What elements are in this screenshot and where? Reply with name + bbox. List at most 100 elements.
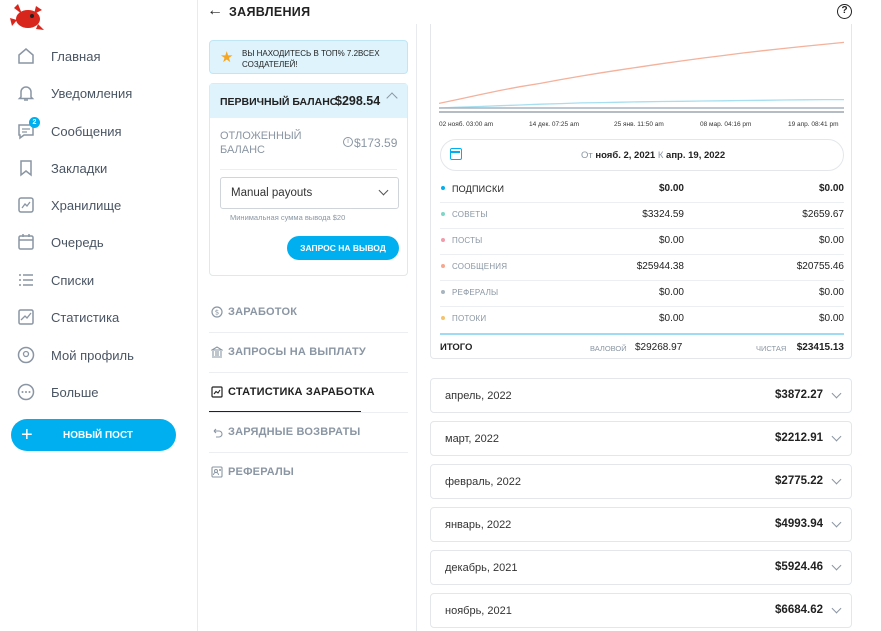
month-row[interactable]: март, 2022 $2212.91 [430,421,852,456]
page-header: ← ЗАЯВЛЕНИЯ ? [199,0,865,24]
stat-label: СООБЩЕНИЯ [452,262,508,271]
stat-row-tips: СОВЕТЫ $3324.59 $2659.67 [440,203,844,229]
date-range-text: От нояб. 2, 2021 К апр. 19, 2022 [581,150,725,161]
stat-row-referrals: РЕФЕРАЛЫ $0.00 $0.00 [440,281,844,307]
series-dot [441,238,445,242]
sidebar-item-bookmarks[interactable]: Закладки [16,156,107,180]
sidebar-item-more[interactable]: Больше [16,380,99,404]
plus-icon: + [21,424,33,446]
menu-item-chargebacks[interactable]: ЗАРЯДНЫЕ ВОЗВРАТЫ [209,412,408,452]
total-row: ИТОГО ВАЛОВОЙ $29268.97 ЧИСТАЯ $23415.13 [440,338,844,358]
stat-row-posts: ПОСТЫ $0.00 $0.00 [440,229,844,255]
stat-label: ПОТОКИ [452,314,487,323]
unread-badge: 2 [29,117,40,128]
date-to: апр. 19, 2022 [666,150,726,161]
sidebar-item-home[interactable]: Главная [16,44,100,68]
stat-label: ПОСТЫ [452,236,483,245]
stat-label: РЕФЕРАЛЫ [452,288,499,297]
month-label: март, 2022 [445,433,499,445]
chart-x-tick-label: 02 нояб. 03:00 am [439,121,494,128]
help-icon[interactable]: ? [837,4,852,19]
chart-x-tick-label: 14 дек. 07:25 am [529,121,580,128]
primary-balance-header[interactable]: ПЕРВИЧНЫЙ БАЛАНС $298.54 [210,84,407,118]
menu-item-referrals[interactable]: РЕФЕРАЛЫ [209,452,408,492]
month-amount: $6684.62 [775,604,823,616]
chart-x-tick-label: 19 апр. 08:41 pm [788,121,839,128]
dollar-circle-icon: $ [211,306,223,318]
sidebar-item-statistics[interactable]: Статистика [16,305,119,329]
min-withdraw-note: Минимальная сумма вывода $20 [230,213,346,222]
sidebar-item-vault[interactable]: Хранилище [16,193,121,217]
chevron-down-icon [831,388,842,399]
stat-net: $2659.67 [802,209,844,220]
menu-item-label: ЗАРАБОТОК [228,306,298,318]
stat-row-subscriptions: ПОДПИСКИ $0.00 $0.00 [440,177,844,203]
back-arrow-icon[interactable]: ← [207,3,223,19]
stat-net: $0.00 [818,287,844,298]
home-icon [18,48,34,64]
chevron-down-icon [831,431,842,442]
list-icon [19,274,33,286]
page-title: ЗАЯВЛЕНИЯ [229,5,311,19]
date-to-label: К [657,150,664,161]
chevron-down-icon [831,560,842,571]
sidebar-item-messages[interactable]: 2 Сообщения [16,117,122,143]
chevron-down-icon [831,517,842,528]
chevron-down-icon [831,603,842,614]
chart-x-tick-label: 25 янв. 11:50 am [614,121,664,128]
month-label: декабрь, 2021 [445,562,518,574]
sidebar-item-label: Очередь [51,234,104,250]
sidebar-item-label: Списки [51,272,95,288]
calendar-icon [18,234,34,250]
statements-left-panel: ★ ВЫ НАХОДИТЕСЬ В ТОП% 7.2ВСЕХ СОЗДАТЕЛЕ… [199,24,417,631]
menu-item-label: СТАТИСТИКА ЗАРАБОТКА [228,386,375,398]
profile-icon [17,346,35,364]
series-dot [441,212,445,216]
payout-select[interactable]: Manual payouts [220,177,399,209]
new-post-button[interactable]: + НОВЫЙ ПОСТ [11,419,176,451]
month-label: январь, 2022 [445,519,512,531]
series-dot [441,290,445,294]
svg-text:$: $ [215,309,219,317]
sidebar-item-lists[interactable]: Списки [16,268,94,292]
menu-item-earnings-stats[interactable]: СТАТИСТИКА ЗАРАБОТКА [209,372,408,412]
top-creator-banner: ★ ВЫ НАХОДИТЕСЬ В ТОП% 7.2ВСЕХ СОЗДАТЕЛЕ… [209,40,408,74]
earnings-line-chart [439,41,844,113]
sidebar-item-notifications[interactable]: Уведомления [16,81,132,105]
stat-net: $0.00 [818,313,844,324]
date-range-picker[interactable]: От нояб. 2, 2021 К апр. 19, 2022 [440,139,844,171]
month-row[interactable]: апрель, 2022 $3872.27 [430,378,852,413]
info-icon[interactable]: i [343,137,353,147]
month-row[interactable]: февраль, 2022 $2775.22 [430,464,852,499]
month-row[interactable]: декабрь, 2021 $5924.46 [430,550,852,585]
stat-gross: $0.00 [658,287,684,298]
month-label: ноябрь, 2021 [445,605,512,617]
sidebar-item-label: Статистика [51,309,120,325]
logo[interactable] [8,2,46,32]
stat-row-streams: ПОТОКИ $0.00 $0.00 [440,307,844,333]
gross-total: $29268.97 [635,342,683,353]
stats-icon [18,309,34,325]
stat-gross: $0.00 [658,183,684,194]
stat-gross: $0.00 [658,235,684,246]
menu-item-earnings[interactable]: $ ЗАРАБОТОК [209,292,408,332]
sidebar-item-profile[interactable]: Мой профиль [16,343,134,367]
series-dot [441,264,445,268]
stat-gross: $25944.38 [636,261,684,272]
sidebar: Главная Уведомления 2 Сообщения Закладки… [0,0,198,631]
net-label: ЧИСТАЯ [756,344,787,353]
sidebar-item-label: Уведомления [51,85,133,101]
month-row[interactable]: январь, 2022 $4993.94 [430,507,852,542]
earnings-chart-card: 02 нояб. 03:00 am 14 дек. 07:25 am 25 янв.… [430,24,852,359]
chevron-up-icon[interactable] [386,92,398,104]
month-row[interactable]: ноябрь, 2021 $6684.62 [430,593,852,628]
chart-x-tick-label: 08 мар. 04:16 pm [700,121,752,128]
sidebar-item-label: Главная [51,48,101,64]
sidebar-item-queue[interactable]: Очередь [16,230,104,254]
stat-net: $0.00 [818,235,844,246]
date-from: нояб. 2, 2021 [595,150,656,161]
withdraw-request-button[interactable]: ЗАПРОС НА ВЫВОД [287,236,399,260]
sidebar-item-label: Мой профиль [51,347,134,363]
menu-item-payout-requests[interactable]: ЗАПРОСЫ НА ВЫПЛАТУ [209,332,408,372]
series-dot [441,186,445,190]
